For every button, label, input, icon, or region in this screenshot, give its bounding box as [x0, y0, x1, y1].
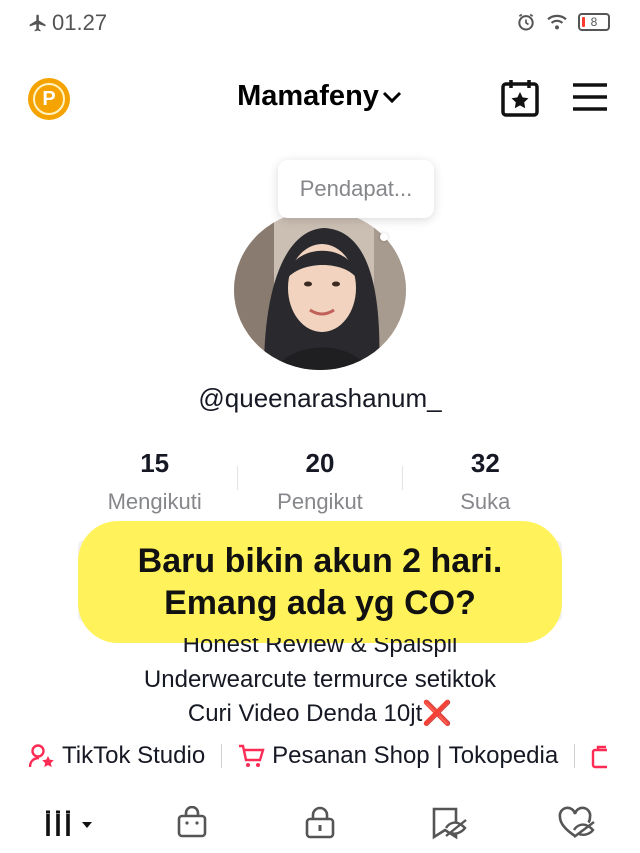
username: @queenarashanum_: [198, 383, 442, 413]
stat-followers[interactable]: 20 Pengikut: [237, 448, 402, 518]
cart-icon: [239, 744, 265, 767]
profile-bio: Honest Review & Spalspil Underwearcute t…: [0, 638, 640, 728]
profile-stats: 15 Mengikuti 20 Pengikut 32 Suka: [72, 448, 568, 518]
bio-line-1: Honest Review & Spalspil: [0, 638, 640, 660]
stat-divider: [402, 466, 403, 490]
airplane-icon: [29, 14, 46, 32]
stat-value: 20: [305, 448, 335, 478]
shortcut-divider: [221, 744, 223, 768]
bio-line-3-text: Curi Video Denda 10jt: [187, 700, 423, 727]
banner-line-1: Baru bikin akun 2 hari.: [137, 542, 503, 580]
stat-label: Pengikut: [277, 489, 363, 514]
profile-shortcuts: TikTok Studio Pesanan Shop | Tokopedia: [28, 738, 608, 774]
more-shortcut[interactable]: [591, 743, 608, 769]
stat-label: Mengikuti: [107, 489, 202, 514]
tiktok-studio-link[interactable]: TikTok Studio: [28, 742, 205, 770]
hamburger-menu-icon[interactable]: [572, 82, 608, 112]
shortcut-divider: [574, 744, 576, 768]
content-tabs: [0, 800, 640, 853]
stat-divider: [237, 466, 238, 490]
cross-mark-emoji: ❌: [422, 700, 453, 727]
chevron-down-icon: [382, 92, 401, 104]
banner-line-2: Emang ada yg CO?: [164, 584, 476, 622]
tiktok-studio-label: TikTok Studio: [62, 742, 206, 769]
status-left: 01.27: [28, 10, 107, 36]
bubble-tail: [380, 233, 388, 241]
account-switcher[interactable]: Mamafeny: [0, 80, 640, 113]
thoughts-bubble[interactable]: Pendapat...: [278, 160, 434, 218]
wifi-icon: [547, 14, 567, 30]
stat-following[interactable]: 15 Mengikuti: [72, 448, 237, 518]
caption-banner: Baru bikin akun 2 hari. Emang ada yg CO?: [78, 521, 562, 643]
status-time: 01.27: [52, 10, 108, 35]
videos-grid-tab-icon[interactable]: [44, 806, 100, 840]
shop-orders-label: Pesanan Shop | Tokopedia: [272, 742, 559, 769]
calendar-star-icon[interactable]: [500, 78, 540, 118]
shop-bag-tab-icon[interactable]: [176, 806, 208, 840]
private-lock-tab-icon[interactable]: [304, 806, 336, 840]
bio-line-1-text: Honest Review & Spalspil: [182, 638, 458, 658]
stat-value: 15: [140, 448, 170, 478]
bag-icon: [592, 745, 608, 769]
bio-line-3: Curi Video Denda 10jt❌: [0, 700, 640, 728]
status-bar: 01.27 8: [0, 0, 640, 48]
stat-label: Suka: [460, 489, 511, 514]
status-right: 8: [516, 12, 610, 32]
creator-star-icon: [28, 744, 54, 768]
liked-hidden-tab-icon[interactable]: [558, 806, 596, 840]
stat-likes[interactable]: 32 Suka: [403, 448, 568, 518]
account-name: Mamafeny: [237, 80, 379, 112]
bio-line-2: Underwearcute termurce setiktok: [143, 666, 497, 693]
battery-indicator: 8: [578, 13, 610, 31]
profile-header: P Mamafeny: [0, 70, 640, 126]
reposts-hidden-tab-icon[interactable]: [430, 806, 468, 840]
alarm-icon: [518, 13, 534, 31]
shop-orders-link[interactable]: Pesanan Shop | Tokopedia: [238, 742, 558, 770]
stat-value: 32: [470, 448, 500, 478]
